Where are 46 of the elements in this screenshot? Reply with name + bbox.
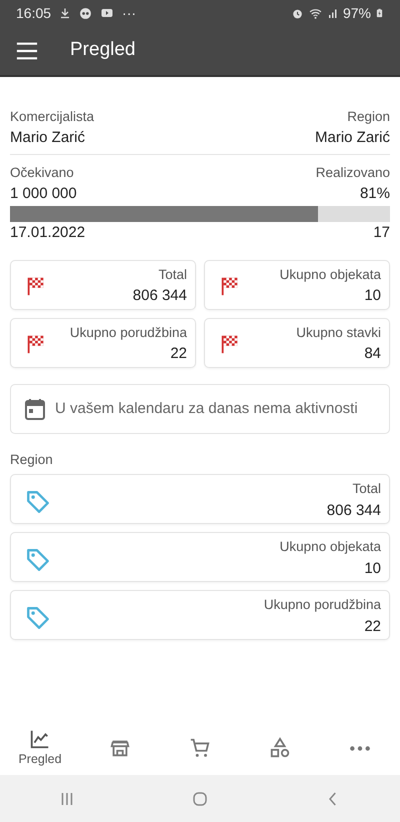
info-text: Realizovano [316,164,390,182]
video-icon [100,7,114,19]
section-title: Region [10,451,54,469]
info-text: Mario Zarić [10,128,86,148]
more-notifications: ··· [122,4,136,22]
stat-value: 22 [363,616,381,636]
stat-value: 84 [363,344,381,364]
download-icon [59,7,72,19]
stat-value: 10 [363,558,381,578]
stat-value: 22 [169,344,187,364]
info-text: 17 [373,222,390,242]
info-text: Mario Zarić [314,128,390,148]
stat-value: 10 [363,286,381,306]
calendar-icon [23,397,47,421]
signal-icon [326,7,339,19]
battery-icon [375,6,384,20]
calendar-notice: U vašem kalendaru za danas nema aktivnosti [55,398,358,419]
shapes-icon [269,737,291,759]
info-text: 81% [360,184,390,204]
stat-label: Ukupno stavki [296,324,381,342]
info-text: 17.01.2022 [10,222,86,242]
stat-label: Ukupno objekata [280,538,381,556]
tag-icon [25,489,51,516]
stat-label: Total [157,266,187,284]
tag-icon [25,605,51,632]
stat-label: Ukupno porudžbina [70,324,187,342]
more-icon [349,744,371,752]
stat-label: Ukupno objekata [280,266,381,284]
info-text: Očekivano [10,164,74,182]
info-text: Komercijalista [10,108,94,126]
home-icon[interactable] [190,790,209,808]
nav-tab[interactable]: Pregled [0,728,80,768]
stat-value: 806 344 [132,286,187,306]
wifi-icon [308,6,323,20]
cart-icon [189,737,211,759]
tag-icon [25,547,51,574]
info-text: Region [347,108,390,126]
screen-title: Pregled [70,38,136,62]
alarm-icon [290,6,304,20]
status-time: 16:05 [16,4,52,22]
battery-percent: 97% [342,4,371,22]
menu-icon[interactable] [14,40,40,62]
stat-label: Ukupno porudžbina [264,596,381,614]
stat-label: Total [351,480,381,498]
info-text: 1 000 000 [10,184,77,204]
stat-value: 806 344 [326,500,381,520]
